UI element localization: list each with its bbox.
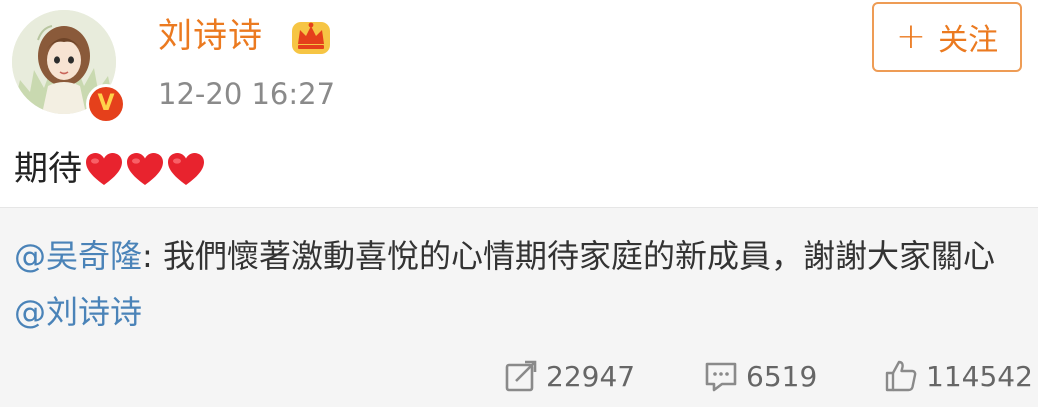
follow-button[interactable]: + 关注 <box>872 2 1022 72</box>
thumbs-up-icon <box>885 360 917 392</box>
repost-icon <box>505 360 537 392</box>
mention-tag[interactable]: @刘诗诗 <box>14 293 142 331</box>
follow-label: 关注 <box>938 23 999 58</box>
mention-original-author[interactable]: @吴奇隆 <box>14 237 142 275</box>
reposted-content[interactable]: @吴奇隆: 我們懷著激動喜悅的心情期待家庭的新成員，謝謝大家關心 @刘诗诗 22… <box>0 207 1038 407</box>
like-count-button[interactable]: 114542 <box>884 354 1033 398</box>
repost-text: @吴奇隆: 我們懷著激動喜悅的心情期待家庭的新成員，謝謝大家關心 @刘诗诗 <box>14 228 1024 340</box>
avatar[interactable]: V <box>12 10 126 124</box>
post-timestamp: 12-20 16:27 <box>158 77 336 111</box>
post-content: 期待 <box>14 144 207 194</box>
heart-icon <box>86 153 122 185</box>
post-text: 期待 <box>14 149 82 189</box>
comment-count-button[interactable]: 6519 <box>704 354 817 398</box>
crown-icon <box>292 22 330 54</box>
plus-icon: + <box>895 16 927 57</box>
heart-icon <box>168 153 204 185</box>
repost-colon: : <box>142 237 153 275</box>
comment-icon <box>705 362 737 392</box>
heart-icon <box>127 153 163 185</box>
hearts-emoji-group <box>84 151 207 187</box>
weibo-post: V 刘诗诗 12-20 16:27 + 关注 期待 @吴奇隆: 我們懷著激動喜悅… <box>0 0 1038 407</box>
verified-icon: V <box>89 87 123 121</box>
comment-count: 6519 <box>746 359 818 393</box>
repost-body: 我們懷著激動喜悅的心情期待家庭的新成員，謝謝大家關心 <box>152 237 995 275</box>
author-name[interactable]: 刘诗诗 <box>158 12 263 60</box>
like-count: 114542 <box>926 359 1033 393</box>
verified-badge: V <box>86 84 126 124</box>
repost-count-button[interactable]: 22947 <box>504 354 635 398</box>
repost-count: 22947 <box>546 359 636 393</box>
